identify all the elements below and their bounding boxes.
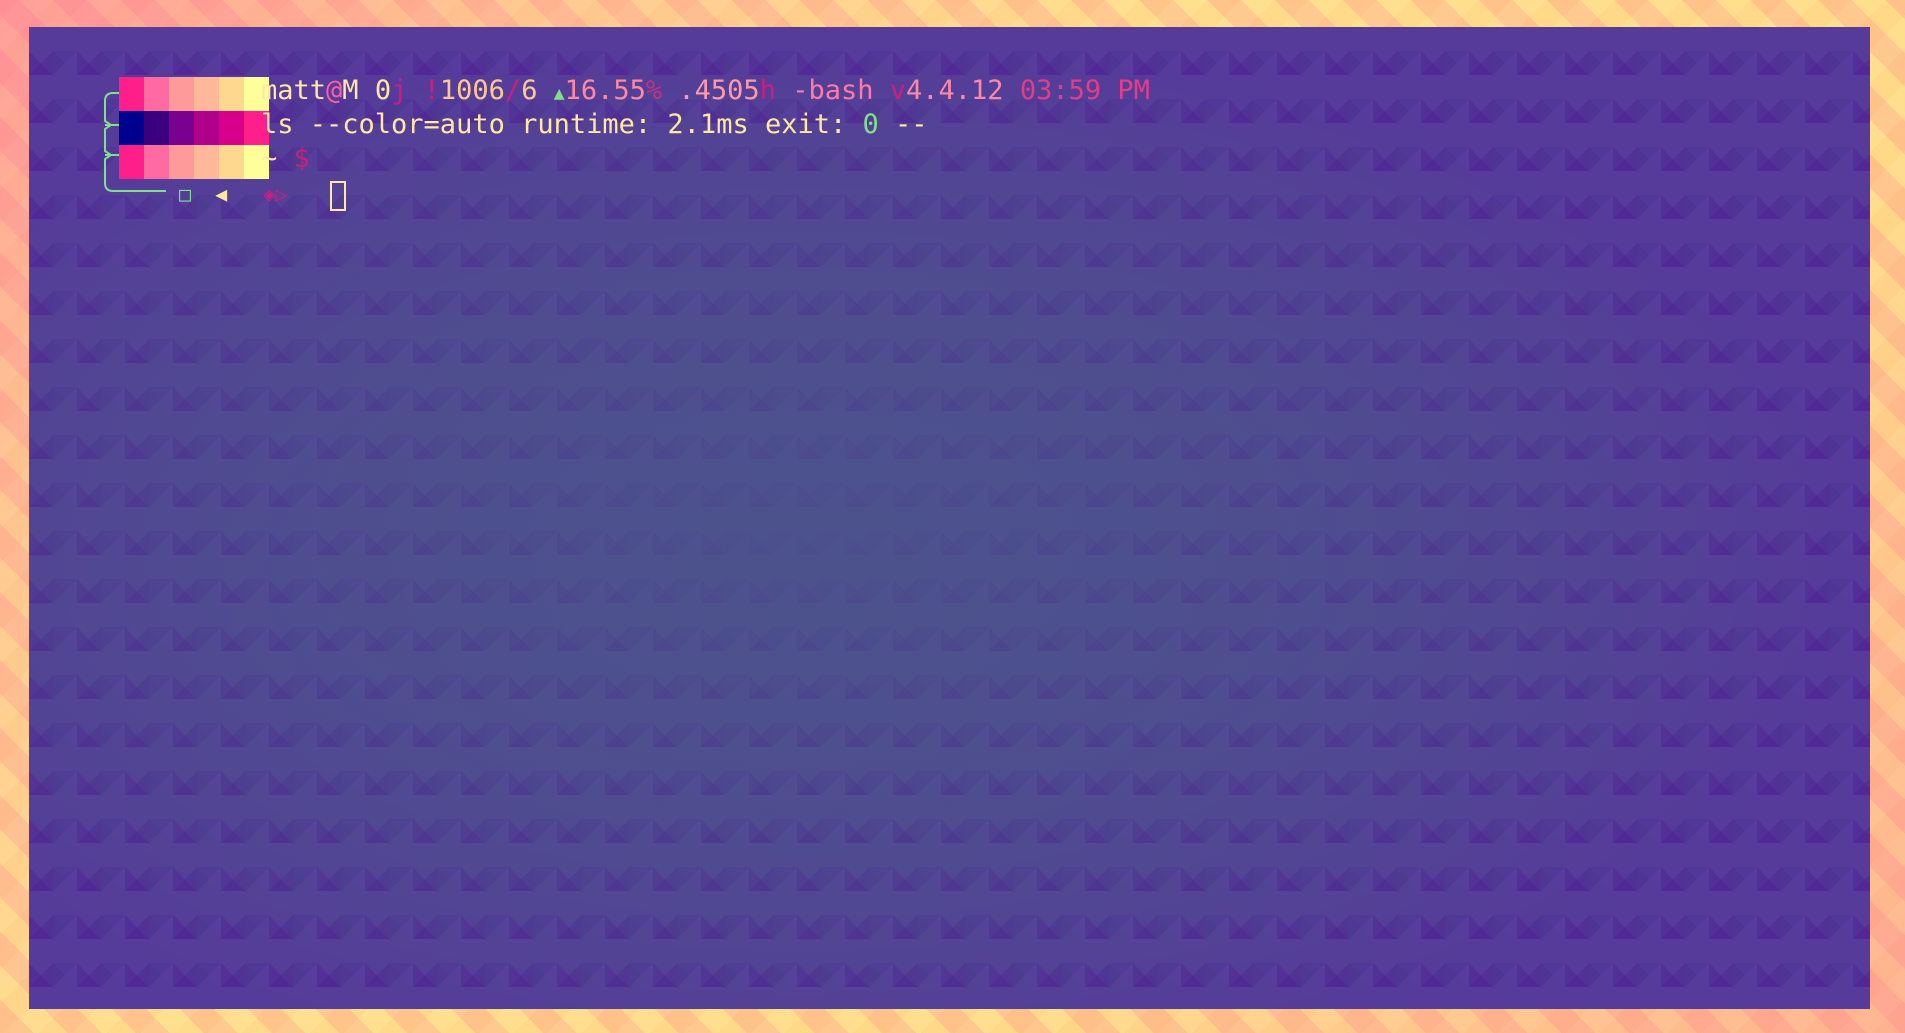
diamond-arrow-icon: ◈▷ [263,182,288,206]
palette-swatch [219,111,244,145]
exit-code: 0 [862,109,879,140]
command-number: 6 [521,75,538,106]
triangle-up-icon: ▲ [553,83,565,104]
username: matt [261,75,327,106]
exit-label: exit: [764,109,847,140]
runtime-label: runtime: [521,109,652,140]
palette-swatch [194,77,219,111]
jobs-suffix: j [391,75,408,106]
history-slash: / [504,75,522,106]
prompt-bracket [104,92,167,192]
hostname: M [342,75,359,106]
version-prefix: v [889,75,906,106]
last-command-line: ls --color=auto runtime: 2.1ms exit: 0 -… [261,108,928,142]
terminal-content[interactable]: matt@M 0j !1006/6 ▲16.55% .4505h -bash v… [29,27,1870,1009]
load-unit: h [759,75,776,106]
cwd-line: ~ $ [261,142,310,176]
prompt-status-line: matt@M 0j !1006/6 ▲16.55% .4505h -bash v… [261,74,1150,111]
history-number: 1006 [439,75,505,106]
cpu-usage: 16.55 [564,75,646,106]
load-value: .4505 [678,75,760,106]
runtime-value: 2.1ms [667,109,749,140]
palette-swatch [219,145,244,179]
shell-name: -bash [792,75,874,106]
history-bang: ! [423,75,440,106]
input-line[interactable]: □ ◀ ◈▷ [179,177,287,211]
clock-time: 03:59 PM [1019,75,1150,106]
palette-swatch [194,111,219,145]
at-sign: @ [326,75,343,106]
shell-version: 4.4.12 [906,75,1004,106]
palette-swatch [219,77,244,111]
jobs-count: 0 [374,75,392,106]
last-command: ls --color=auto [261,109,505,140]
current-directory: ~ [261,143,278,174]
trailing-dashes: -- [895,109,928,140]
palette-swatch [194,145,219,179]
text-cursor[interactable] [330,181,346,211]
terminal-window[interactable]: matt@M 0j !1006/6 ▲16.55% .4505h -bash v… [29,27,1870,1009]
left-arrow-icon: ◀ [215,182,228,206]
percent-sign: % [645,75,663,106]
square-icon: □ [179,182,192,206]
prompt-symbol: $ [293,143,310,174]
